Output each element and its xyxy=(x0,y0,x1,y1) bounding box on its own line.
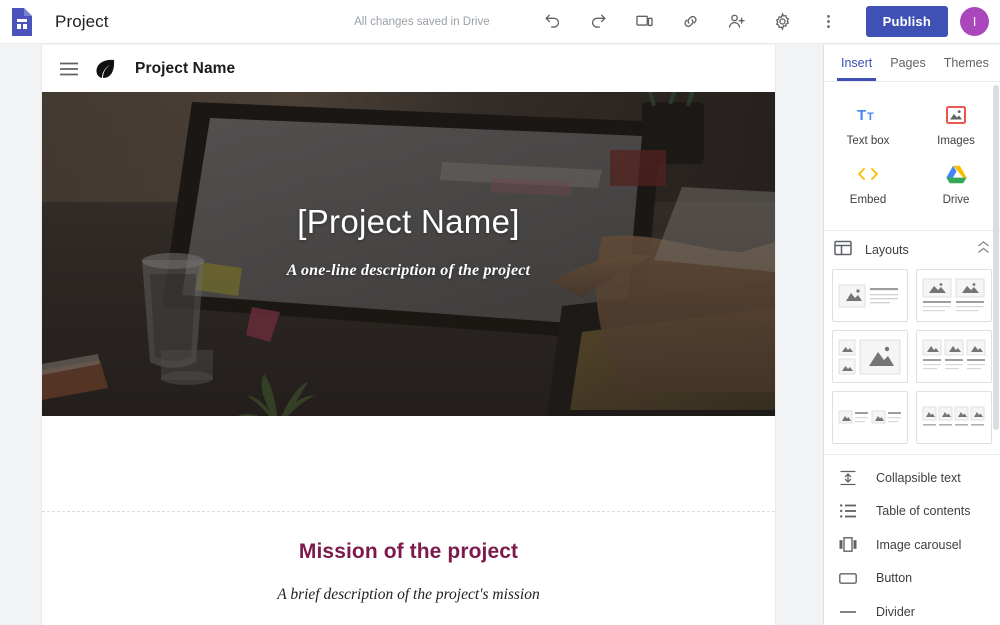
layout-thumbnail[interactable] xyxy=(832,269,908,322)
list-item-label: Image carousel xyxy=(876,537,962,552)
site-name: Project Name xyxy=(135,59,236,77)
layout-thumbnail[interactable] xyxy=(832,391,908,444)
list-item-collapsible-text[interactable]: Collapsible text xyxy=(824,461,1000,495)
svg-text:T: T xyxy=(867,111,874,123)
insert-embed[interactable]: Embed xyxy=(824,155,912,214)
table-of-contents-icon xyxy=(838,504,858,518)
tab-pages[interactable]: Pages xyxy=(881,45,934,81)
insert-panel: Insert Pages Themes T T Text box Images … xyxy=(823,45,1000,625)
insert-quick-actions: T T Text box Images Embed Drive xyxy=(824,82,1000,231)
images-icon xyxy=(946,104,966,126)
site-canvas: Project Name [Project Name] A one-line d… xyxy=(0,45,823,625)
layouts-thumbnails xyxy=(824,269,1000,454)
panel-scrollbar[interactable] xyxy=(992,45,1000,625)
list-item-label: Divider xyxy=(876,604,915,619)
insert-embed-label: Embed xyxy=(849,194,887,206)
document-title[interactable]: Project xyxy=(55,12,109,32)
section-mission[interactable]: Mission of the project A brief descripti… xyxy=(42,511,775,625)
list-item-image-carousel[interactable]: Image carousel xyxy=(824,528,1000,562)
insert-images-label: Images xyxy=(937,135,975,147)
layouts-title: Layouts xyxy=(865,243,909,257)
layouts-section-header[interactable]: Layouts xyxy=(824,231,1000,269)
undo-icon[interactable] xyxy=(536,5,570,39)
leaf-logo-icon xyxy=(92,56,118,82)
embed-code-icon xyxy=(857,163,879,185)
more-options-icon[interactable] xyxy=(812,5,846,39)
hamburger-menu-icon[interactable] xyxy=(54,54,84,84)
list-item-divider[interactable]: Divider xyxy=(824,595,1000,625)
panel-tabs: Insert Pages Themes xyxy=(824,45,1000,82)
layout-thumbnail[interactable] xyxy=(916,269,992,322)
collapse-chevron-icon[interactable] xyxy=(977,241,990,259)
list-item-label: Collapsible text xyxy=(876,470,961,485)
top-toolbar: Project All changes saved in Drive Publi… xyxy=(0,0,1000,44)
list-item-label: Table of contents xyxy=(876,504,971,519)
list-item-table-of-contents[interactable]: Table of contents xyxy=(824,495,1000,529)
redo-icon[interactable] xyxy=(582,5,616,39)
text-box-icon: T T xyxy=(857,104,879,126)
panel-scrollbar-thumb[interactable] xyxy=(993,85,999,430)
collapsible-text-icon xyxy=(838,470,858,486)
list-item-label: Button xyxy=(876,571,913,586)
google-sites-editor: Project All changes saved in Drive Publi… xyxy=(0,0,1000,625)
publish-button[interactable]: Publish xyxy=(865,6,948,37)
image-carousel-icon xyxy=(838,537,858,553)
avatar[interactable]: I xyxy=(960,7,989,36)
button-icon xyxy=(838,572,858,584)
hero-banner[interactable]: [Project Name] A one-line description of… xyxy=(42,92,775,416)
divider-icon xyxy=(838,610,858,614)
layout-thumbnail[interactable] xyxy=(832,330,908,383)
hero-subtitle[interactable]: A one-line description of the project xyxy=(42,262,775,280)
layout-thumbnail[interactable] xyxy=(916,330,992,383)
insert-content-list: Collapsible text Table of contents Image… xyxy=(824,454,1000,625)
insert-text-box[interactable]: T T Text box xyxy=(824,96,912,155)
link-icon[interactable] xyxy=(674,5,708,39)
tab-insert[interactable]: Insert xyxy=(832,45,881,81)
insert-images[interactable]: Images xyxy=(912,96,1000,155)
preview-icon[interactable] xyxy=(628,5,662,39)
hero-text-block: [Project Name] A one-line description of… xyxy=(42,202,775,280)
layouts-icon xyxy=(834,239,852,262)
svg-text:T: T xyxy=(857,107,866,124)
save-status-text: All changes saved in Drive xyxy=(354,15,490,28)
hero-title[interactable]: [Project Name] xyxy=(42,202,775,242)
insert-drive-label: Drive xyxy=(942,194,970,206)
section-blank[interactable] xyxy=(42,416,775,511)
insert-text-box-label: Text box xyxy=(846,135,890,147)
settings-gear-icon[interactable] xyxy=(766,5,800,39)
mission-subtitle[interactable]: A brief description of the project's mis… xyxy=(42,586,775,604)
mission-title[interactable]: Mission of the project xyxy=(42,540,775,564)
google-drive-icon xyxy=(945,163,967,185)
layout-thumbnail[interactable] xyxy=(916,391,992,444)
tab-themes[interactable]: Themes xyxy=(935,45,998,81)
insert-drive[interactable]: Drive xyxy=(912,155,1000,214)
add-person-icon[interactable] xyxy=(720,5,754,39)
site-header: Project Name xyxy=(42,45,775,92)
site-page: Project Name [Project Name] A one-line d… xyxy=(42,45,775,625)
google-sites-logo[interactable] xyxy=(9,7,35,37)
list-item-button[interactable]: Button xyxy=(824,562,1000,596)
